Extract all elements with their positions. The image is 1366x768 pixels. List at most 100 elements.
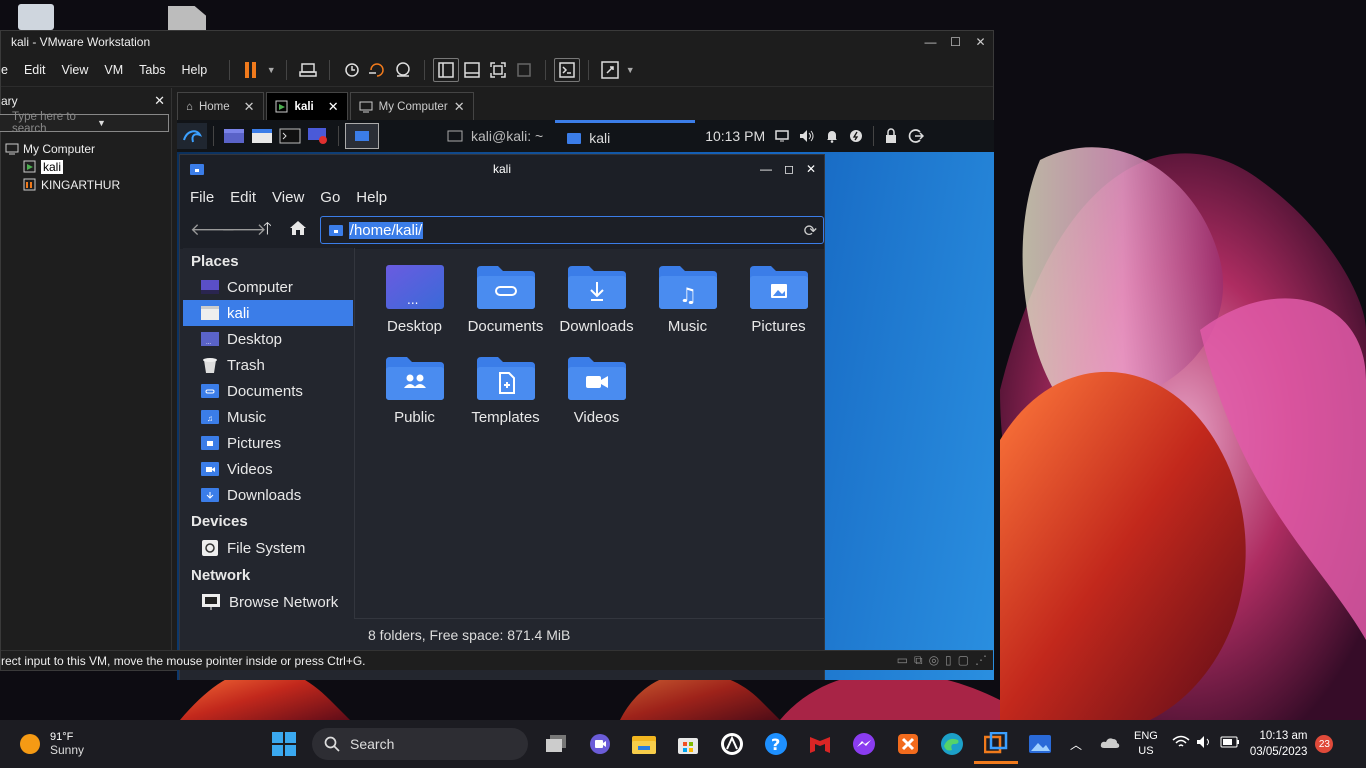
send-ctrl-alt-del-icon[interactable] (295, 58, 321, 82)
menu-edit[interactable]: Edit (230, 189, 264, 206)
menu-file[interactable]: e (1, 63, 16, 77)
minimize-button[interactable]: — (918, 35, 943, 49)
microsoft-store-icon[interactable] (666, 724, 710, 764)
revert-snapshot-icon[interactable] (364, 58, 390, 82)
close-icon[interactable]: ✕ (154, 93, 165, 109)
folder-videos[interactable]: Videos (551, 355, 642, 426)
full-screen-icon[interactable] (485, 58, 511, 82)
maximize-button[interactable]: ☐ (943, 35, 968, 49)
mcafee-icon[interactable] (798, 724, 842, 764)
close-button[interactable]: ✕ (806, 162, 816, 176)
tab-home[interactable]: ⌂ Home ✕ (177, 92, 264, 120)
chevron-down-icon[interactable]: ▼ (623, 58, 637, 82)
taskbar-search-box[interactable]: Search (312, 728, 528, 760)
menu-view[interactable]: View (54, 63, 97, 77)
message-log-icon[interactable]: ▢ (958, 653, 969, 668)
tree-node-my-computer[interactable]: My Computer (1, 140, 171, 158)
volume-icon[interactable] (799, 129, 815, 143)
folder-documents[interactable]: Documents (460, 264, 551, 335)
close-button[interactable]: ✕ (968, 35, 993, 49)
help-icon[interactable]: ? (754, 724, 798, 764)
vmware-taskbar-icon[interactable] (974, 724, 1018, 764)
recycle-bin-icon[interactable] (18, 4, 54, 30)
sidebar-item-kali[interactable]: kali (183, 300, 353, 326)
sidebar-item-downloads[interactable]: Downloads (183, 482, 353, 508)
sidebar-item-desktop[interactable]: ... Desktop (183, 326, 353, 352)
location-bar[interactable]: /home/kali/ ⟳ (319, 216, 824, 244)
location-path[interactable]: /home/kali/ (348, 221, 424, 239)
taskbar-clock[interactable]: 10:13 am 03/05/2023 (1250, 728, 1308, 760)
panel-clock[interactable]: 10:13 PM (705, 128, 765, 144)
notification-badge[interactable]: 23 (1315, 735, 1334, 753)
sidebar-item-music[interactable]: ♫ Music (183, 404, 353, 430)
tree-node-kali[interactable]: kali (1, 158, 171, 176)
windows-start-icon[interactable] (262, 724, 306, 764)
network-adapter-icon[interactable]: ⧉ (914, 653, 923, 668)
power-manager-icon[interactable] (849, 129, 863, 143)
menu-vm[interactable]: VM (96, 63, 131, 77)
wifi-icon[interactable] (1172, 735, 1190, 754)
edge-icon[interactable] (930, 724, 974, 764)
chevron-down-icon[interactable]: ▼ (83, 118, 168, 128)
home-icon[interactable] (283, 220, 314, 241)
sidebar-item-trash[interactable]: Trash (183, 352, 353, 378)
photos-icon[interactable] (1018, 724, 1062, 764)
teams-chat-icon[interactable] (578, 724, 622, 764)
cd-drive-icon[interactable]: ◎ (929, 653, 939, 668)
notification-bell-icon[interactable] (825, 129, 839, 143)
forward-arrow-icon[interactable]: 🡒 (221, 220, 267, 240)
language-indicator[interactable]: ENG US (1134, 729, 1158, 759)
sidebar-item-documents[interactable]: Documents (183, 378, 353, 404)
battery-icon[interactable] (1220, 735, 1240, 753)
sidebar-item-file-system[interactable]: File System (183, 534, 353, 562)
library-search-input[interactable]: Type here to search ▼ (0, 111, 169, 135)
back-arrow-icon[interactable]: 🡐 (190, 220, 236, 240)
kali-menu-icon[interactable] (177, 123, 207, 149)
file-explorer-icon[interactable] (622, 724, 666, 764)
chevron-down-icon[interactable]: ▼ (264, 58, 278, 82)
menu-file[interactable]: File (190, 189, 222, 206)
menu-tabs[interactable]: Tabs (131, 63, 173, 77)
tree-node-kingarthur[interactable]: KINGARTHUR (1, 176, 171, 194)
unity-mode-icon[interactable] (511, 58, 537, 82)
minimize-button[interactable]: — (760, 162, 772, 176)
tab-kali[interactable]: kali ✕ (265, 92, 348, 120)
menu-edit[interactable]: Edit (16, 63, 54, 77)
show-desktop-icon[interactable] (220, 123, 248, 149)
close-icon[interactable]: ✕ (244, 99, 255, 115)
snapshot-icon[interactable] (338, 58, 364, 82)
messenger-icon[interactable] (842, 724, 886, 764)
console-view-icon[interactable] (554, 57, 581, 82)
folder-pictures[interactable]: Pictures (733, 264, 824, 335)
menu-help[interactable]: Help (356, 189, 395, 206)
tab-my-computer[interactable]: My Computer ✕ (349, 92, 474, 120)
xampp-icon[interactable] (886, 724, 930, 764)
pause-icon[interactable] (238, 58, 264, 82)
hard-disk-icon[interactable]: ▭ (897, 653, 908, 668)
lock-icon[interactable] (884, 128, 898, 144)
sound-card-icon[interactable]: ▯ (945, 653, 952, 668)
maximize-button[interactable]: ◻ (784, 162, 794, 176)
sidebar-item-computer[interactable]: Computer (183, 274, 353, 300)
close-icon[interactable]: ✕ (328, 99, 339, 115)
volume-icon[interactable] (1196, 735, 1214, 754)
sidebar-item-pictures[interactable]: Pictures (183, 430, 353, 456)
folder-downloads[interactable]: Downloads (551, 264, 642, 335)
menu-go[interactable]: Go (320, 189, 348, 206)
workspace-1[interactable] (345, 123, 379, 149)
menu-view[interactable]: View (272, 189, 312, 206)
up-arrow-icon[interactable]: 🡑 (252, 216, 283, 245)
stretch-guest-icon[interactable] (597, 58, 623, 82)
browser-launcher-icon[interactable] (304, 123, 332, 149)
onedrive-icon[interactable] (1100, 735, 1120, 754)
taskbar-item-terminal[interactable]: kali@kali: ~ (435, 120, 555, 152)
display-icon[interactable] (775, 130, 789, 142)
menu-help[interactable]: Help (174, 63, 216, 77)
sidebar-item-browse-network[interactable]: Browse Network (183, 588, 353, 616)
weather-widget[interactable]: 91°F Sunny (20, 731, 84, 757)
folder-public[interactable]: Public (369, 355, 460, 426)
reload-icon[interactable]: ⟳ (804, 221, 817, 240)
vm-guest-display[interactable]: kali@kali: ~ kali 10:13 PM kali — ◻ ✕ Fi… (177, 120, 994, 680)
chevron-up-icon[interactable]: ︿ (1070, 736, 1082, 753)
folder-desktop[interactable]: ... Desktop (369, 264, 460, 335)
